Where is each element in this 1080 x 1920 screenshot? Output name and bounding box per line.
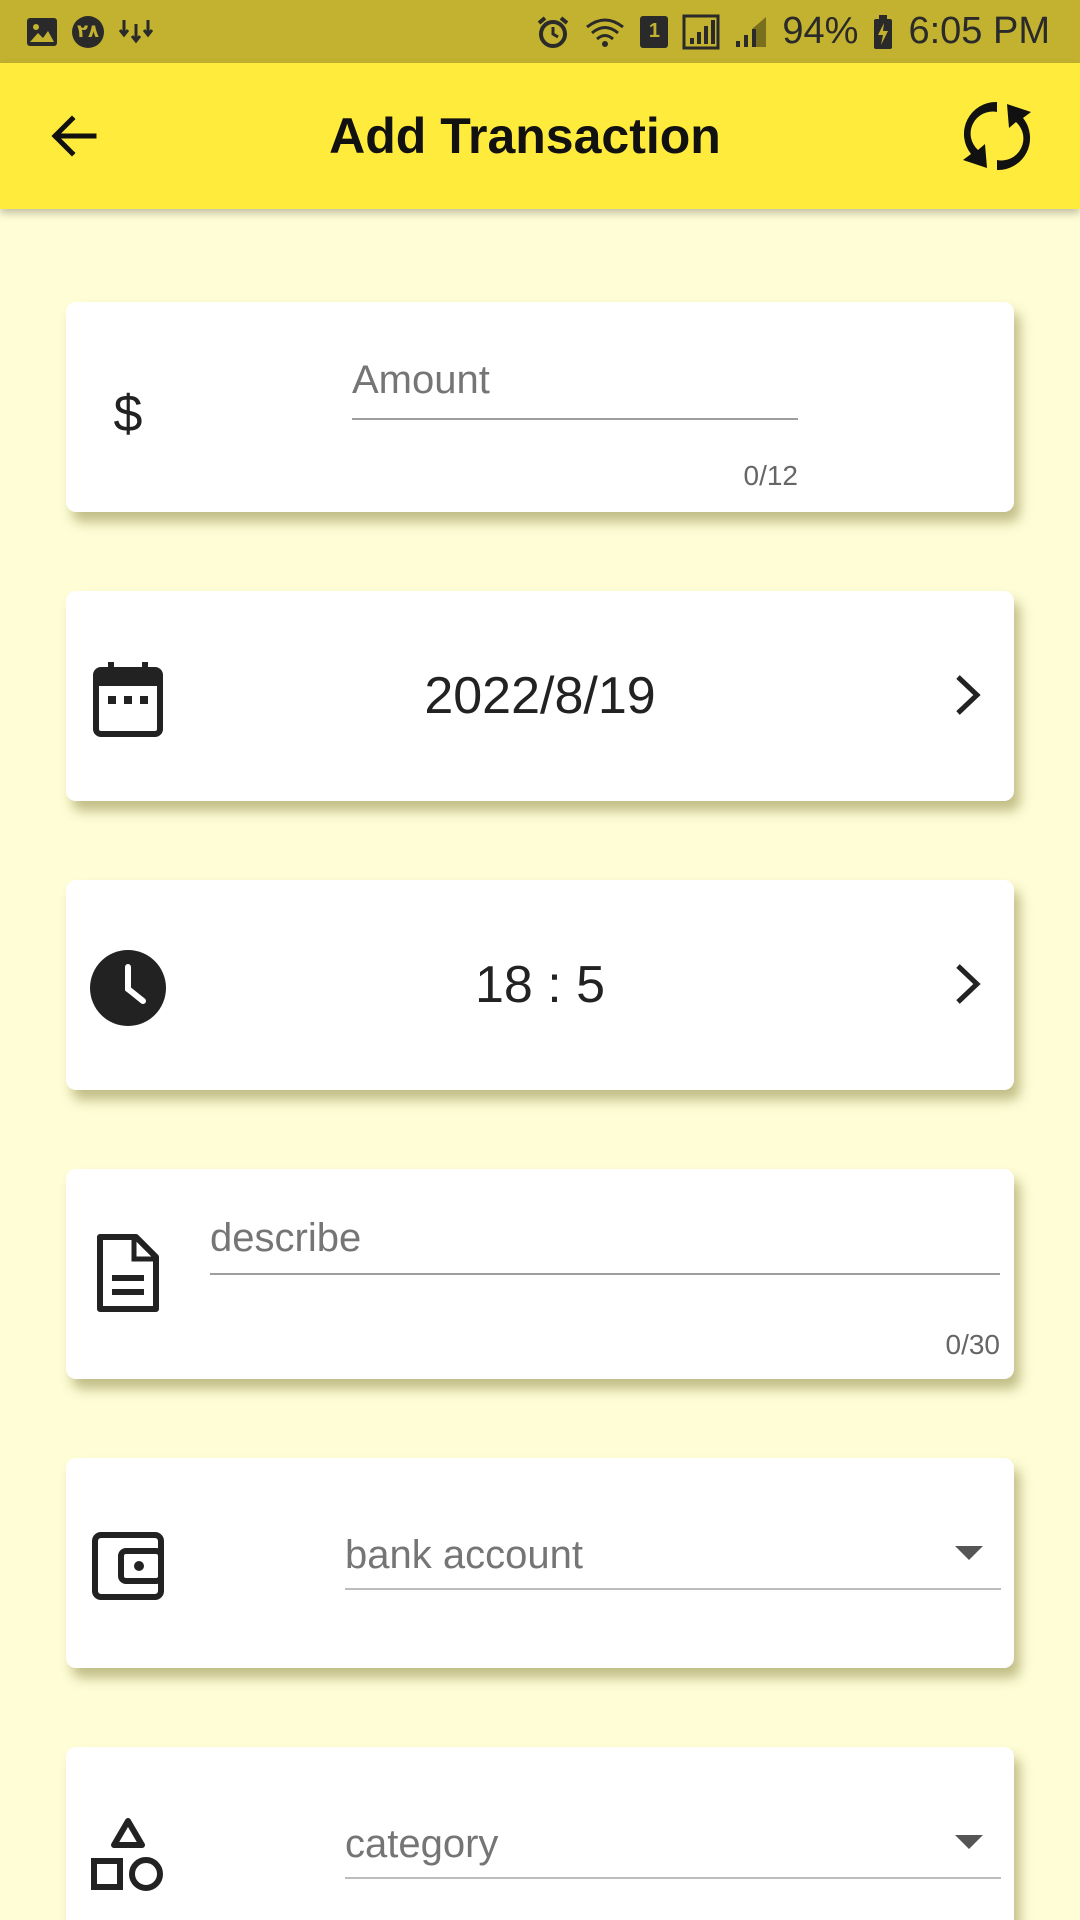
- wallet-icon: [86, 1524, 170, 1608]
- dollar-symbol: $: [113, 385, 143, 443]
- clock-time: 6:05 PM: [908, 10, 1050, 52]
- chevron-right-icon[interactable]: [938, 665, 998, 725]
- describe-card: 0/30: [66, 1169, 1014, 1379]
- bank-account-dropdown[interactable]: bank account: [345, 1520, 1001, 1590]
- sync-icon: [963, 101, 1031, 171]
- image-notification-icon: [26, 17, 58, 47]
- dollar-icon: $: [86, 372, 170, 456]
- status-right: 1 94% 6:05 PM: [536, 10, 1050, 53]
- download-icon: [118, 16, 158, 48]
- calendar-badge-icon: ٢٨: [72, 15, 104, 48]
- status-bar: ٢٨ 1 94% 6:05 PM: [0, 0, 1080, 63]
- amount-counter: 0/12: [743, 460, 799, 491]
- category-label: category: [345, 1822, 499, 1866]
- battery-percent: 94%: [782, 10, 859, 52]
- sim-icon: 1: [640, 15, 669, 48]
- battery-charging-icon: [872, 14, 894, 50]
- chevron-right-icon[interactable]: [938, 954, 998, 1014]
- date-value: 2022/8/19: [424, 667, 656, 725]
- describe-input[interactable]: [210, 1203, 1000, 1275]
- status-left: ٢٨: [26, 15, 158, 48]
- category-card: category: [66, 1747, 1014, 1920]
- calendar-icon: [86, 657, 170, 741]
- bank-account-label: bank account: [345, 1533, 583, 1577]
- document-icon: [86, 1231, 170, 1315]
- clock-icon: [86, 946, 170, 1030]
- caret-down-icon: [955, 1546, 983, 1560]
- describe-counter: 0/30: [945, 1329, 1001, 1360]
- signal-icon: [682, 14, 720, 50]
- amount-card: $ 0/12: [66, 302, 1014, 512]
- sync-button[interactable]: [954, 93, 1040, 179]
- amount-input[interactable]: [352, 342, 798, 420]
- bank-account-card: bank account: [66, 1458, 1014, 1668]
- date-card[interactable]: 2022/8/19: [66, 591, 1014, 801]
- shapes-icon: [86, 1813, 170, 1897]
- time-value: 18 : 5: [474, 956, 606, 1014]
- wifi-icon: [584, 15, 626, 49]
- page-title: Add Transaction: [329, 108, 721, 164]
- time-card[interactable]: 18 : 5: [66, 880, 1014, 1090]
- app-bar: Add Transaction: [0, 63, 1080, 209]
- alarm-icon: [536, 15, 570, 49]
- signal-2-icon: [734, 15, 768, 49]
- caret-down-icon: [955, 1835, 983, 1849]
- category-dropdown[interactable]: category: [345, 1809, 1001, 1879]
